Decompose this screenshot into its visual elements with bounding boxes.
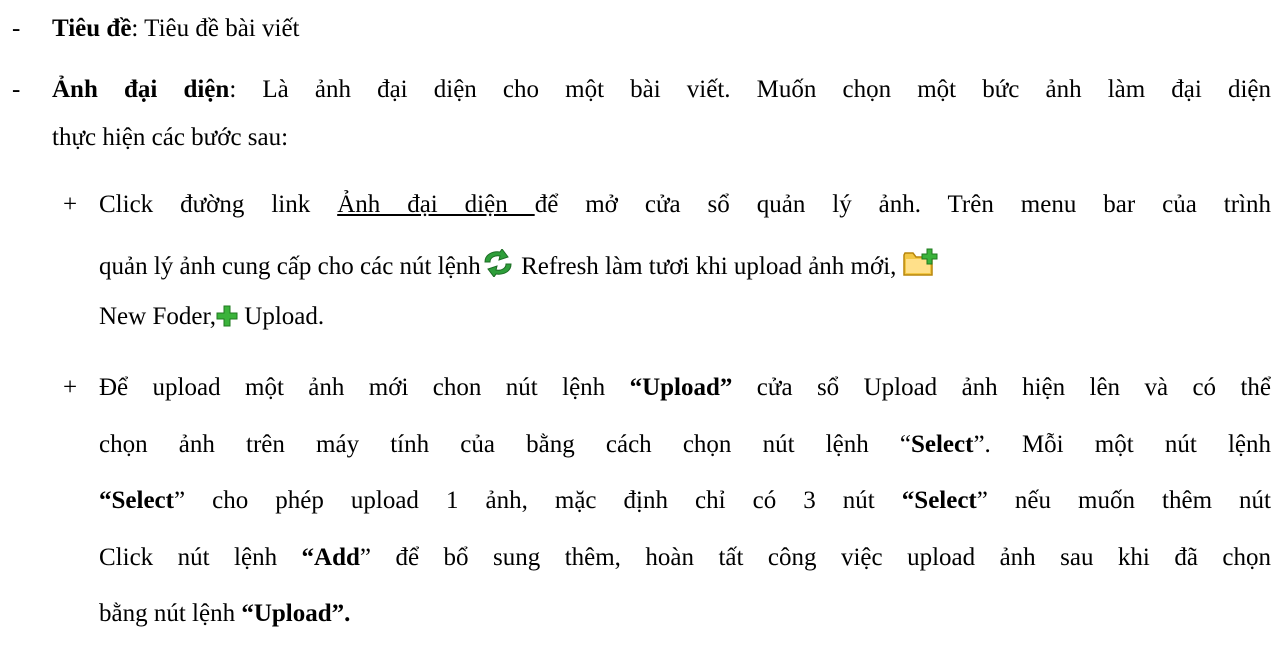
step1-text: để mở cửa sổ quản lý ảnh. Trên menu bar …	[534, 191, 1272, 218]
step1-line2: quản lý ảnh cung cấp cho các nút lệnh Re…	[99, 247, 938, 282]
step2-text: ” cho phép upload 1 ảnh, mặc định chỉ có…	[173, 487, 902, 514]
step2-line4: Click nút lệnh “Add” để bổ sung thêm, ho…	[99, 543, 1271, 573]
avatar-link[interactable]: Ảnh đại diện	[337, 191, 535, 218]
bullet-plus: +	[63, 191, 78, 218]
refresh-icon	[481, 249, 515, 277]
step2-bold: Select	[910, 431, 974, 458]
new-folder-icon	[902, 247, 938, 277]
title-item-label: Tiêu đề	[52, 15, 132, 42]
step2-line3: “Select” cho phép upload 1 ảnh, mặc định…	[99, 486, 1271, 516]
avatar-item-label: Ảnh đại diện	[52, 76, 230, 103]
avatar-item-text: Là ảnh đại diện cho một bài viết. Muốn c…	[236, 76, 1272, 103]
bullet-dash: -	[12, 76, 21, 103]
step2-bold: “Upload”.	[241, 600, 351, 627]
step2-bold: “Select	[99, 487, 174, 514]
step2-text: ” nếu muốn thêm nút	[976, 487, 1271, 514]
step1-text: quản lý ảnh cung cấp cho các nút lệnh	[99, 253, 481, 280]
title-item-text: Tiêu đề bài viết	[138, 15, 300, 42]
step2-text: cửa sổ Upload ảnh hiện lên và có thể	[732, 374, 1271, 401]
upload-plus-icon	[216, 305, 238, 327]
step2-bold: “Upload”	[629, 374, 733, 401]
step2-text: chọn ảnh trên máy tính của bằng cách chọ…	[99, 431, 911, 458]
step2-line2: chọn ảnh trên máy tính của bằng cách chọ…	[99, 430, 1271, 460]
step2-text: Click nút lệnh	[99, 544, 302, 571]
step2-text: Để upload một ảnh mới chon nút lệnh	[99, 374, 630, 401]
title-item: Tiêu đề: Tiêu đề bài viết	[52, 14, 299, 44]
step1-line3: New Foder, Upload.	[99, 302, 324, 332]
step1-text: New Foder,	[99, 303, 217, 330]
bullet-plus: +	[63, 374, 78, 401]
step2-line5: bằng nút lệnh “Upload”.	[99, 599, 350, 629]
step1-line1: Click đường link Ảnh đại diện để mở cửa …	[99, 190, 1271, 220]
bullet-dash: -	[12, 15, 21, 42]
step2-bold: “Add	[301, 544, 360, 571]
step2-text: ” để bổ sung thêm, hoàn tất công việc up…	[359, 544, 1271, 571]
step2-text: ”. Mỗi một nút lệnh	[973, 431, 1271, 458]
step1-text: Upload.	[238, 303, 325, 330]
step2-bold: “Select	[901, 487, 977, 514]
avatar-item-line2: thực hiện các bước sau:	[52, 124, 289, 151]
avatar-item-line1: Ảnh đại diện: Là ảnh đại diện cho một bà…	[52, 75, 1271, 105]
step2-text: bằng nút lệnh	[99, 600, 242, 627]
step2-line1: Để upload một ảnh mới chon nút lệnh “Upl…	[99, 373, 1271, 403]
step1-text: Click đường link	[99, 191, 338, 218]
step1-text: Refresh làm tươi khi upload ảnh mới,	[514, 253, 897, 280]
